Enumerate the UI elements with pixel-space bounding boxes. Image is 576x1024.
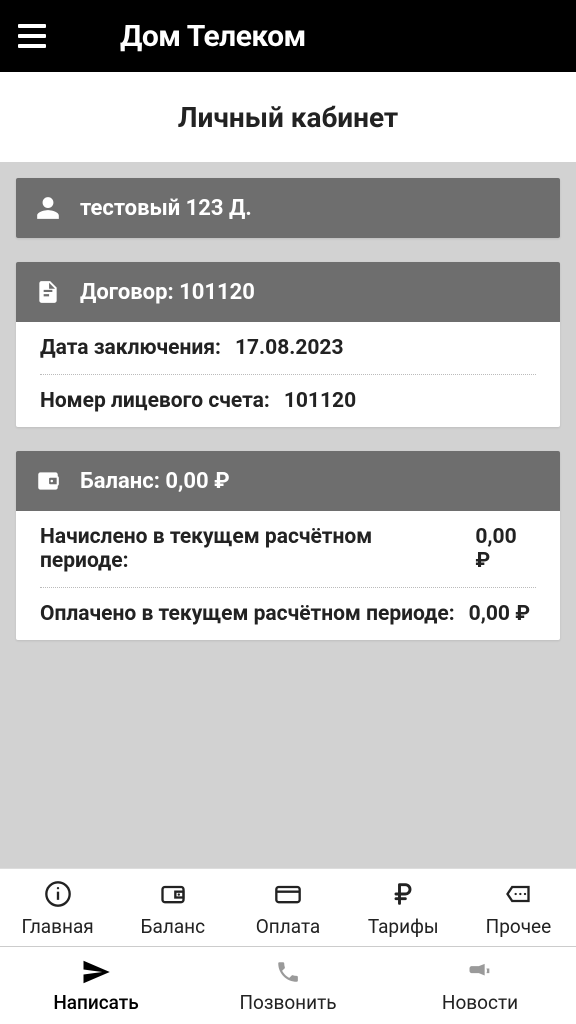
- info-icon: [43, 879, 73, 909]
- user-card: тестовый 123 Д.: [16, 178, 560, 238]
- nav-more[interactable]: Прочее: [461, 869, 576, 946]
- card-icon: [273, 879, 303, 909]
- nav-call-label: Позвонить: [239, 991, 336, 1014]
- contract-account-label: Номер лицевого счета:: [40, 389, 270, 413]
- nav-balance[interactable]: Баланс: [115, 869, 230, 946]
- balance-paid-value: 0,00 ₽: [469, 602, 530, 626]
- balance-charged-value: 0,00 ₽: [475, 525, 536, 573]
- nav-home[interactable]: Главная: [0, 869, 115, 946]
- wallet-icon: [34, 467, 62, 495]
- contract-date-label: Дата заключения:: [40, 336, 221, 360]
- nav-more-label: Прочее: [486, 915, 552, 938]
- balance-paid-row: Оплачено в текущем расчётном периоде: 0,…: [40, 588, 536, 640]
- contract-account-row: Номер лицевого счета: 101120: [40, 375, 536, 427]
- contract-body: Дата заключения: 17.08.2023 Номер лицево…: [16, 322, 560, 427]
- nav-secondary: Написать Позвонить Новости: [0, 946, 576, 1024]
- page-subheader: Личный кабинет: [0, 72, 576, 162]
- megaphone-icon: [465, 957, 495, 987]
- nav-news[interactable]: Новости: [384, 947, 576, 1024]
- contract-account-value: 101120: [284, 389, 356, 413]
- nav-tariffs-label: Тарифы: [368, 915, 439, 938]
- more-icon: [503, 879, 533, 909]
- content-area: тестовый 123 Д. Договор: 101120 Дата зак…: [0, 162, 576, 868]
- nav-news-label: Новости: [442, 991, 518, 1014]
- balance-card-header: Баланс: 0,00 ₽: [16, 451, 560, 511]
- balance-charged-label: Начислено в текущем расчётном периоде:: [40, 525, 461, 573]
- contract-header-text: Договор: 101120: [80, 280, 255, 305]
- balance-card: Баланс: 0,00 ₽ Начислено в текущем расчё…: [16, 451, 560, 640]
- balance-header-text: Баланс: 0,00 ₽: [80, 469, 230, 494]
- contract-date-value: 17.08.2023: [235, 336, 344, 360]
- person-icon: [34, 194, 62, 222]
- page-title: Личный кабинет: [178, 101, 398, 134]
- nav-primary: Главная Баланс Оплата Тарифы Прочее: [0, 869, 576, 946]
- user-card-header: тестовый 123 Д.: [16, 178, 560, 238]
- balance-paid-label: Оплачено в текущем расчётном периоде:: [40, 602, 455, 626]
- topbar: Дом Телеком: [0, 0, 576, 72]
- menu-button[interactable]: [12, 16, 52, 56]
- wallet-nav-icon: [158, 879, 188, 909]
- send-icon: [81, 957, 111, 987]
- bottom-nav: Главная Баланс Оплата Тарифы Прочее: [0, 868, 576, 1024]
- nav-payment[interactable]: Оплата: [230, 869, 345, 946]
- nav-write-label: Написать: [53, 991, 138, 1014]
- balance-body: Начислено в текущем расчётном периоде: 0…: [16, 511, 560, 640]
- phone-icon: [273, 957, 303, 987]
- contract-card: Договор: 101120 Дата заключения: 17.08.2…: [16, 262, 560, 427]
- nav-tariffs[interactable]: Тарифы: [346, 869, 461, 946]
- nav-balance-label: Баланс: [141, 915, 206, 938]
- app-title: Дом Телеком: [120, 19, 306, 54]
- nav-payment-label: Оплата: [256, 915, 321, 938]
- nav-call[interactable]: Позвонить: [192, 947, 384, 1024]
- nav-home-label: Главная: [21, 915, 93, 938]
- contract-date-row: Дата заключения: 17.08.2023: [40, 322, 536, 375]
- document-icon: [34, 278, 62, 306]
- nav-write[interactable]: Написать: [0, 947, 192, 1024]
- balance-charged-row: Начислено в текущем расчётном периоде: 0…: [40, 511, 536, 588]
- contract-card-header: Договор: 101120: [16, 262, 560, 322]
- user-name: тестовый 123 Д.: [80, 196, 252, 221]
- ruble-icon: [388, 879, 418, 909]
